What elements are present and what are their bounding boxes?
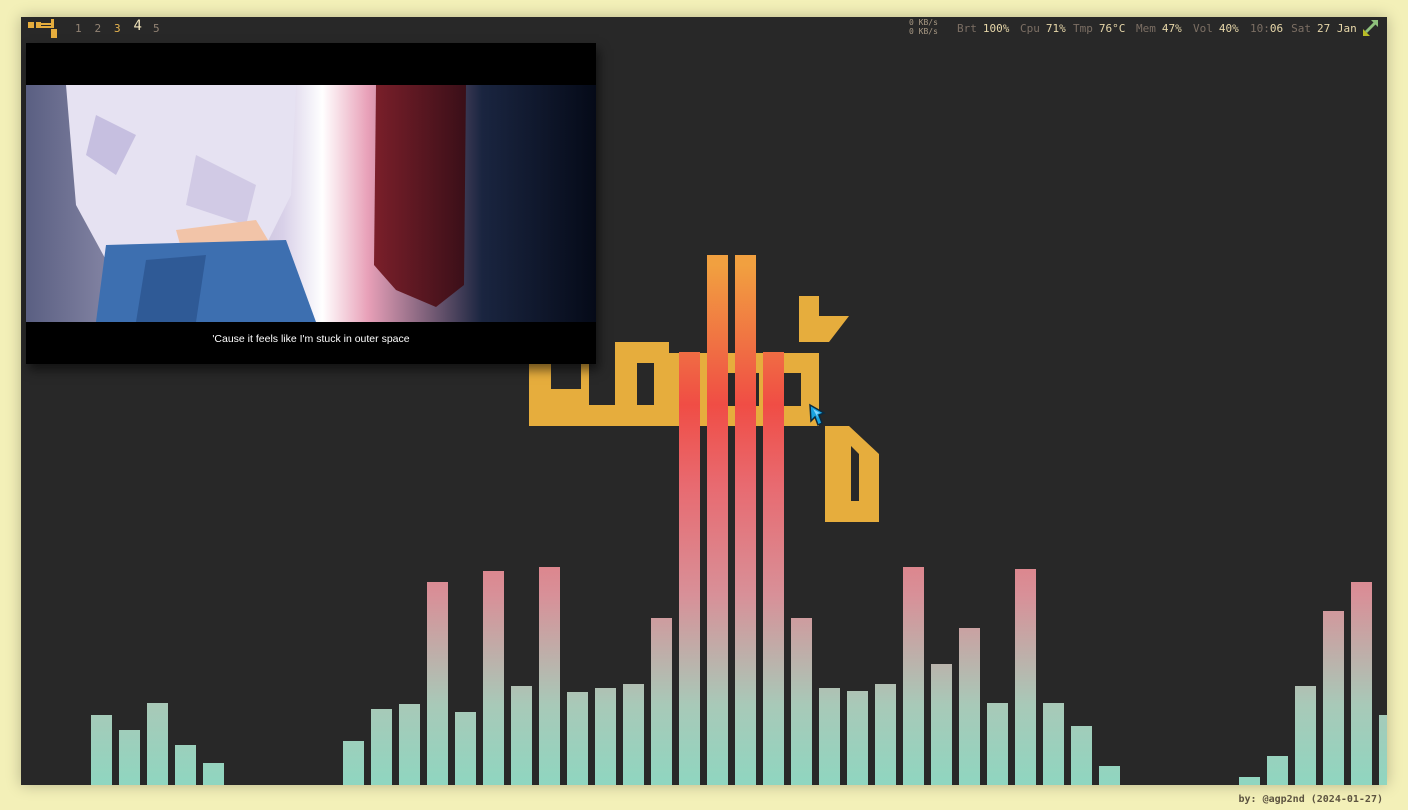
clock-widget[interactable]: 10:06 Sat 27 Jan bbox=[1250, 22, 1357, 35]
clock-day: Sat bbox=[1291, 22, 1311, 35]
visualizer-bar bbox=[567, 692, 588, 785]
visualizer-bar bbox=[511, 686, 532, 785]
visualizer-bar bbox=[399, 704, 420, 785]
visualizer-bar bbox=[875, 684, 896, 785]
visualizer-bar bbox=[651, 618, 672, 785]
visualizer-bar bbox=[763, 352, 784, 785]
workspace-1[interactable]: 1 bbox=[75, 21, 95, 36]
visualizer-bar bbox=[1351, 582, 1372, 785]
visualizer-bar bbox=[679, 352, 700, 785]
visualizer-bar bbox=[147, 703, 168, 785]
visualizer-bar bbox=[987, 703, 1008, 785]
agp-logo-icon[interactable] bbox=[27, 17, 59, 39]
workspace-2[interactable]: 2 bbox=[95, 21, 115, 36]
visualizer-bar bbox=[819, 688, 840, 785]
visualizer-bar bbox=[91, 715, 112, 785]
volume-key: Vol bbox=[1193, 22, 1213, 35]
net-down: 0 KB/s bbox=[909, 27, 938, 36]
workspace-5[interactable]: 5 bbox=[153, 21, 173, 36]
video-subtitle: 'Cause it feels like I'm stuck in outer … bbox=[212, 333, 410, 345]
brightness-key: Brt bbox=[957, 22, 977, 35]
workspace-3[interactable]: 3 bbox=[114, 21, 134, 36]
visualizer-bar bbox=[1043, 703, 1064, 785]
volume-value: 40% bbox=[1218, 22, 1239, 35]
mouse-cursor-icon bbox=[809, 403, 826, 427]
visualizer-bar bbox=[1239, 777, 1260, 785]
visualizer-bar bbox=[371, 709, 392, 785]
visualizer-bar bbox=[119, 730, 140, 785]
visualizer-bar bbox=[455, 712, 476, 785]
visualizer-bar bbox=[595, 688, 616, 785]
visualizer-bar bbox=[1295, 686, 1316, 785]
cpu-widget[interactable]: Cpu 71% bbox=[1020, 22, 1066, 35]
temperature-value: 76°C bbox=[1098, 22, 1126, 35]
temperature-widget[interactable]: Tmp 76°C bbox=[1073, 22, 1125, 35]
visualizer-bar bbox=[1323, 611, 1344, 785]
visualizer-bar bbox=[707, 255, 728, 785]
video-player-window[interactable]: 'Cause it feels like I'm stuck in outer … bbox=[26, 43, 596, 364]
memory-widget[interactable]: Mem 47% bbox=[1136, 22, 1182, 35]
visualizer-bar bbox=[1267, 756, 1288, 785]
cpu-key: Cpu bbox=[1020, 22, 1040, 35]
visualizer-bar bbox=[483, 571, 504, 785]
visualizer-bar bbox=[1099, 766, 1120, 785]
visualizer-bar bbox=[175, 745, 196, 785]
visualizer-bar bbox=[203, 763, 224, 785]
visualizer-bar bbox=[427, 582, 448, 785]
credit-text: by: @agp2nd (2024-01-27) bbox=[1238, 794, 1384, 805]
memory-key: Mem bbox=[1136, 22, 1156, 35]
visualizer-bar bbox=[623, 684, 644, 785]
brightness-widget[interactable]: Brt 100% bbox=[957, 22, 1009, 35]
net-up: 0 KB/s bbox=[909, 18, 938, 27]
clock-hour: 10: bbox=[1250, 22, 1270, 35]
workspace-4[interactable]: 4 bbox=[134, 19, 154, 36]
visualizer-bar bbox=[903, 567, 924, 785]
visualizer-bar bbox=[959, 628, 980, 785]
status-bar: 12345 0 KB/s 0 KB/s Brt 100% Cpu 71% Tmp 76… bbox=[21, 17, 1387, 39]
desktop: 12345 0 KB/s 0 KB/s Brt 100% Cpu 71% Tmp 76… bbox=[21, 17, 1387, 785]
workspace-switcher: 12345 bbox=[75, 19, 173, 36]
clock-minute: 06 bbox=[1269, 22, 1284, 35]
sync-arrows-icon[interactable] bbox=[1362, 19, 1380, 37]
visualizer-bar bbox=[1071, 726, 1092, 785]
cpu-value: 71% bbox=[1045, 22, 1066, 35]
brightness-value: 100% bbox=[982, 22, 1010, 35]
temperature-key: Tmp bbox=[1073, 22, 1093, 35]
volume-widget[interactable]: Vol 40% bbox=[1193, 22, 1239, 35]
visualizer-bar bbox=[931, 664, 952, 785]
visualizer-bar bbox=[539, 567, 560, 785]
clock-date: 27 Jan bbox=[1317, 22, 1357, 35]
video-frame bbox=[26, 85, 596, 322]
visualizer-bar bbox=[1015, 569, 1036, 785]
visualizer-bar bbox=[791, 618, 812, 785]
network-speed: 0 KB/s 0 KB/s bbox=[909, 18, 938, 36]
visualizer-bar bbox=[847, 691, 868, 785]
memory-value: 47% bbox=[1161, 22, 1182, 35]
visualizer-bar bbox=[735, 255, 756, 785]
visualizer-bar bbox=[1379, 715, 1387, 785]
visualizer-bar bbox=[343, 741, 364, 785]
